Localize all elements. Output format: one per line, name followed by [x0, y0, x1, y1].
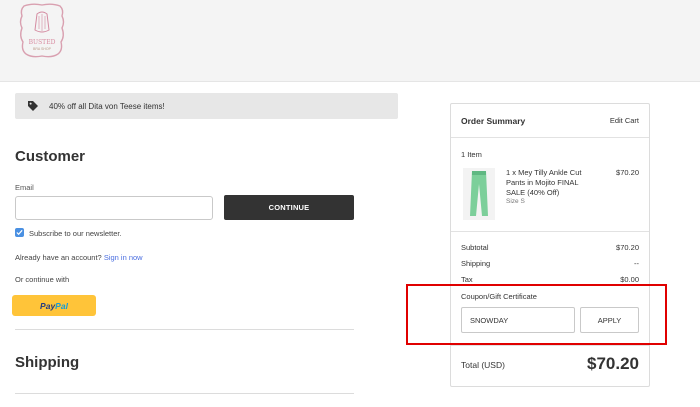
paypal-logo-pal: Pal [55, 300, 68, 311]
product-name-line: 1 x Mey Tilly Ankle Cut [506, 168, 582, 177]
logo-subtext: BRA SHOP [33, 47, 51, 51]
tax-value: $0.00 [620, 275, 639, 284]
summary-divider [451, 345, 649, 346]
tax-label: Tax [461, 275, 473, 284]
checkmark-icon [16, 229, 23, 236]
shipping-value: -- [634, 259, 639, 268]
total-label: Total (USD) [461, 360, 505, 370]
total-value: $70.20 [587, 354, 639, 373]
promo-banner: 40% off all Dita von Teese items! [15, 93, 398, 119]
product-price: $70.20 [616, 168, 639, 177]
continue-button[interactable]: CONTINUE [224, 195, 354, 220]
or-continue-label: Or continue with [15, 275, 70, 284]
shipping-section-title: Shipping [15, 354, 80, 371]
logo-frame-icon [19, 3, 65, 58]
newsletter-label: Subscribe to our newsletter. [29, 229, 122, 238]
product-thumbnail [463, 168, 495, 220]
newsletter-checkbox[interactable] [15, 228, 24, 237]
logo-wordmark: BUSTED [28, 39, 56, 46]
email-field[interactable] [15, 196, 213, 220]
product-name: 1 x Mey Tilly Ankle Cut Pants in Mojito … [506, 168, 601, 198]
customer-section-title: Customer [15, 148, 86, 165]
account-prompt-text: Already have an account? [15, 253, 102, 262]
section-divider [15, 393, 354, 394]
tag-icon [28, 101, 38, 111]
highlight-annotation-box [406, 284, 667, 345]
item-count: 1 Item [461, 150, 482, 159]
summary-divider [451, 231, 649, 232]
promo-text: 40% off all Dita von Teese items! [49, 101, 165, 111]
pants-image [470, 171, 488, 216]
subtotal-value: $70.20 [616, 243, 639, 252]
email-label: Email [15, 183, 34, 192]
sign-in-link[interactable]: Sign in now [104, 253, 143, 262]
product-name-line: SALE (40% Off) [506, 188, 560, 197]
sign-in-prompt: Already have an account? Sign in now [15, 253, 143, 262]
product-name-line: Pants in Mojito FINAL [506, 178, 579, 187]
store-logo[interactable]: BUSTED BRA SHOP [18, 2, 66, 62]
summary-divider [451, 137, 649, 138]
paypal-button[interactable]: Pay Pal [12, 295, 96, 316]
shipping-label: Shipping [461, 259, 491, 268]
site-header: BUSTED BRA SHOP [0, 0, 700, 82]
subtotal-label: Subtotal [461, 243, 489, 252]
product-size: Size S [506, 198, 525, 205]
order-summary-title: Order Summary [461, 116, 526, 126]
section-divider [15, 329, 354, 330]
edit-cart-link[interactable]: Edit Cart [610, 116, 639, 125]
paypal-logo-pay: Pay [40, 300, 56, 311]
